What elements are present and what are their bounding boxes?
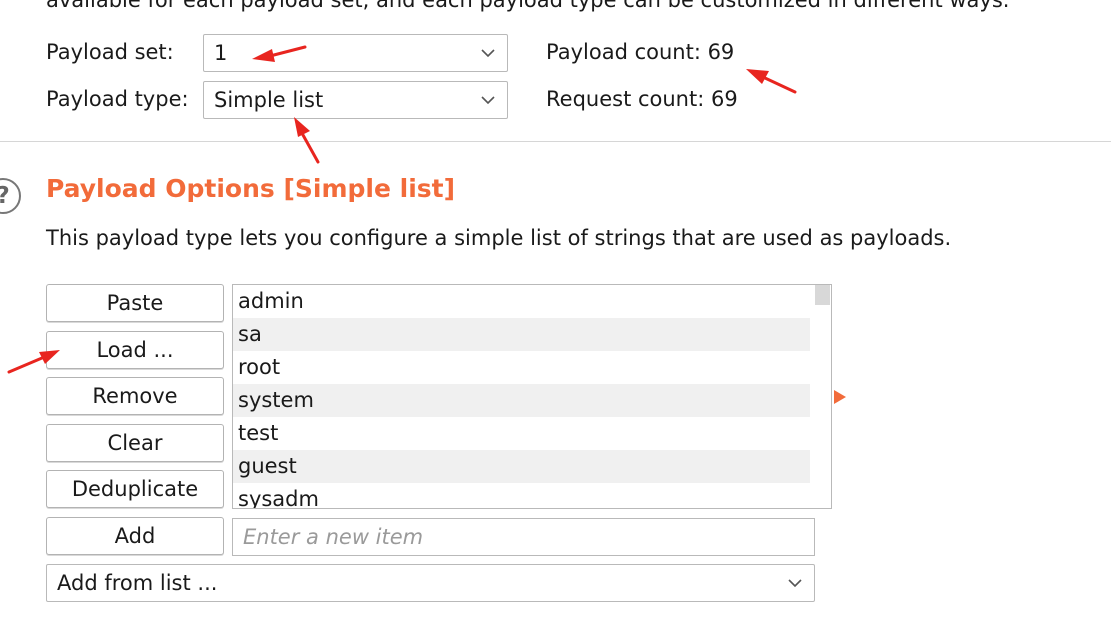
payload-type-value: Simple list bbox=[214, 88, 324, 112]
remove-button[interactable]: Remove bbox=[46, 377, 224, 415]
payload-list[interactable]: admin sa root system test guest sysadm bbox=[232, 284, 832, 509]
request-count: Request count: 69 bbox=[546, 87, 738, 111]
chevron-down-icon bbox=[481, 96, 495, 105]
section-divider bbox=[0, 141, 1111, 142]
list-item[interactable]: guest bbox=[233, 450, 810, 483]
payload-count: Payload count: 69 bbox=[546, 40, 735, 64]
list-item[interactable]: sysadm bbox=[233, 483, 810, 508]
section-title: Payload Options [Simple list] bbox=[46, 174, 456, 203]
list-item[interactable]: root bbox=[233, 351, 810, 384]
paste-button[interactable]: Paste bbox=[46, 284, 224, 322]
chevron-down-icon bbox=[481, 49, 495, 58]
payload-type-label: Payload type: bbox=[46, 87, 189, 111]
payload-set-value: 1 bbox=[214, 41, 228, 65]
intro-text: available for each payload set, and each… bbox=[46, 0, 1010, 12]
list-item[interactable]: admin bbox=[233, 285, 810, 318]
new-item-input[interactable] bbox=[232, 518, 815, 556]
list-item[interactable]: test bbox=[233, 417, 810, 450]
question-circle-icon[interactable]: ? bbox=[0, 178, 21, 214]
payload-set-label: Payload set: bbox=[46, 40, 174, 64]
add-from-list-select[interactable]: Add from list ... bbox=[46, 564, 815, 602]
expand-arrow-icon[interactable] bbox=[834, 390, 846, 404]
payload-type-select[interactable]: Simple list bbox=[203, 81, 508, 119]
section-description: This payload type lets you configure a s… bbox=[46, 226, 952, 250]
list-item[interactable]: sa bbox=[233, 318, 810, 351]
list-item[interactable]: system bbox=[233, 384, 810, 417]
clear-button[interactable]: Clear bbox=[46, 424, 224, 462]
chevron-down-icon bbox=[788, 579, 802, 588]
payload-set-select[interactable]: 1 bbox=[203, 34, 508, 72]
deduplicate-button[interactable]: Deduplicate bbox=[46, 470, 224, 508]
add-button[interactable]: Add bbox=[46, 517, 224, 555]
list-scrollbar-thumb[interactable] bbox=[815, 285, 830, 305]
load-button[interactable]: Load ... bbox=[46, 331, 224, 369]
add-from-list-value: Add from list ... bbox=[57, 571, 218, 595]
